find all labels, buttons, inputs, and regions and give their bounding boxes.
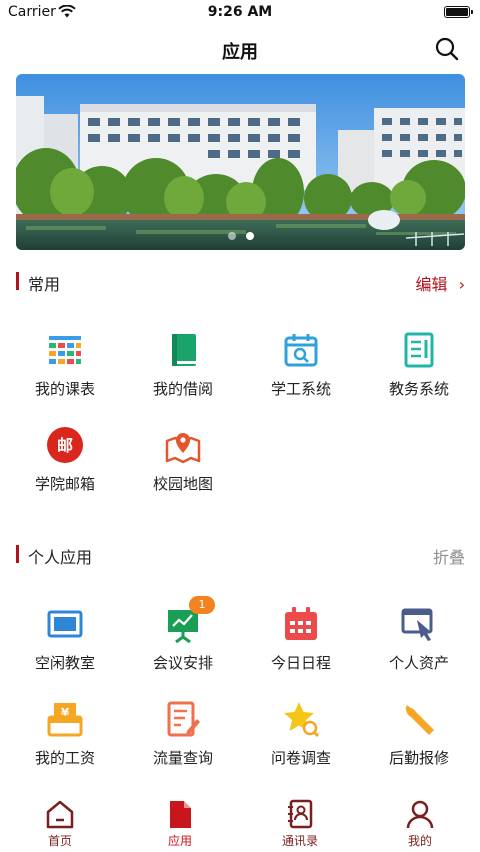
app-label: 空闲教室: [34, 654, 95, 672]
carousel-dots[interactable]: [16, 225, 465, 244]
file-icon: [164, 798, 196, 830]
tab-label: 我的: [407, 834, 432, 848]
app-label: 我的课表: [34, 380, 95, 398]
status-time: 9:26 AM: [207, 4, 273, 20]
edit-button-label: 编辑: [415, 275, 448, 294]
map-pin-icon: [163, 425, 203, 465]
search-icon[interactable]: [434, 36, 460, 62]
tab-home[interactable]: 首页: [0, 790, 120, 852]
app-repair-request[interactable]: 后勤报修: [360, 685, 478, 780]
form-edit-icon: [163, 699, 203, 739]
common-apps-grid: 我的课表 我的借阅 学工系统 教务系统 邮 学院邮箱 校园地图: [6, 316, 478, 506]
section-marker: [16, 272, 19, 290]
tab-apps[interactable]: 应用: [120, 790, 240, 852]
tab-mine[interactable]: 我的: [360, 790, 480, 852]
app-today-schedule[interactable]: 今日日程: [242, 590, 360, 685]
personal-section-title: 个人应用: [28, 548, 93, 567]
app-my-salary[interactable]: ¥ 我的工资: [6, 685, 124, 780]
app-my-borrowing[interactable]: 我的借阅: [124, 316, 242, 411]
tab-label: 通讯录: [281, 834, 318, 848]
nav-bar: 应用: [0, 26, 480, 72]
user-icon: [404, 798, 436, 830]
carousel-dot[interactable]: [227, 232, 236, 240]
battery-icon: [444, 6, 473, 18]
monitor-icon: [45, 604, 85, 644]
edit-button[interactable]: 编辑 ›: [415, 271, 465, 295]
app-label: 问卷调查: [270, 749, 331, 767]
salary-icon: ¥: [45, 699, 85, 739]
document-icon: [399, 330, 439, 370]
app-label: 会议安排: [152, 654, 213, 672]
timetable-icon: [45, 330, 85, 370]
wrench-icon: [399, 699, 439, 739]
common-section-header: 常用 编辑 ›: [16, 270, 465, 294]
page-title: 应用: [222, 42, 258, 63]
tab-bar: 首页 应用 通讯录 我的: [0, 790, 480, 852]
collapse-button[interactable]: 折叠: [433, 544, 465, 568]
home-icon: [44, 798, 76, 830]
app-label: 流量查询: [152, 749, 213, 767]
app-label: 后勤报修: [388, 749, 449, 767]
campus-banner[interactable]: [16, 74, 465, 250]
app-academic-affairs[interactable]: 教务系统: [360, 316, 478, 411]
calendar-search-icon: [281, 330, 321, 370]
app-label: 我的工资: [34, 749, 95, 767]
tab-label: 应用: [167, 834, 192, 848]
tab-contacts[interactable]: 通讯录: [240, 790, 360, 852]
presentation-icon: 1: [163, 596, 215, 644]
common-section-title: 常用: [28, 275, 61, 294]
notification-badge: 1: [189, 596, 215, 614]
app-campus-map[interactable]: 校园地图: [124, 411, 242, 506]
app-label: 我的借阅: [152, 380, 213, 398]
app-label: 今日日程: [270, 654, 331, 672]
app-student-affairs[interactable]: 学工系统: [242, 316, 360, 411]
app-traffic-query[interactable]: 流量查询: [124, 685, 242, 780]
book-icon: [163, 330, 203, 370]
app-personal-assets[interactable]: 个人资产: [360, 590, 478, 685]
app-label: 教务系统: [388, 380, 449, 398]
app-questionnaire[interactable]: 问卷调查: [242, 685, 360, 780]
tab-label: 首页: [47, 834, 72, 848]
app-free-classroom[interactable]: 空闲教室: [6, 590, 124, 685]
status-bar: Carrier 9:26 AM: [0, 0, 480, 26]
personal-apps-grid: 空闲教室 1 会议安排 今日日程 个人资产 ¥ 我的工资 流量查询 问卷调查 后…: [6, 590, 478, 780]
app-college-mail[interactable]: 邮 学院邮箱: [6, 411, 124, 506]
mail-seal-icon: 邮: [45, 425, 85, 465]
app-label: 校园地图: [152, 475, 213, 493]
chevron-right-icon: ›: [458, 275, 465, 294]
contacts-icon: [284, 798, 316, 830]
app-my-timetable[interactable]: 我的课表: [6, 316, 124, 411]
app-meeting-schedule[interactable]: 1 会议安排: [124, 590, 242, 685]
svg-text:邮: 邮: [57, 436, 73, 455]
asset-icon: [399, 604, 439, 644]
app-label: 学工系统: [270, 380, 331, 398]
app-label: 个人资产: [388, 654, 449, 672]
schedule-icon: [281, 604, 321, 644]
carousel-dot-active[interactable]: [245, 232, 254, 240]
campus-photo: [16, 74, 465, 250]
personal-section-header: 个人应用 折叠: [16, 543, 465, 567]
app-label: 学院邮箱: [34, 475, 95, 493]
star-search-icon: [281, 699, 321, 739]
section-marker: [16, 545, 19, 563]
